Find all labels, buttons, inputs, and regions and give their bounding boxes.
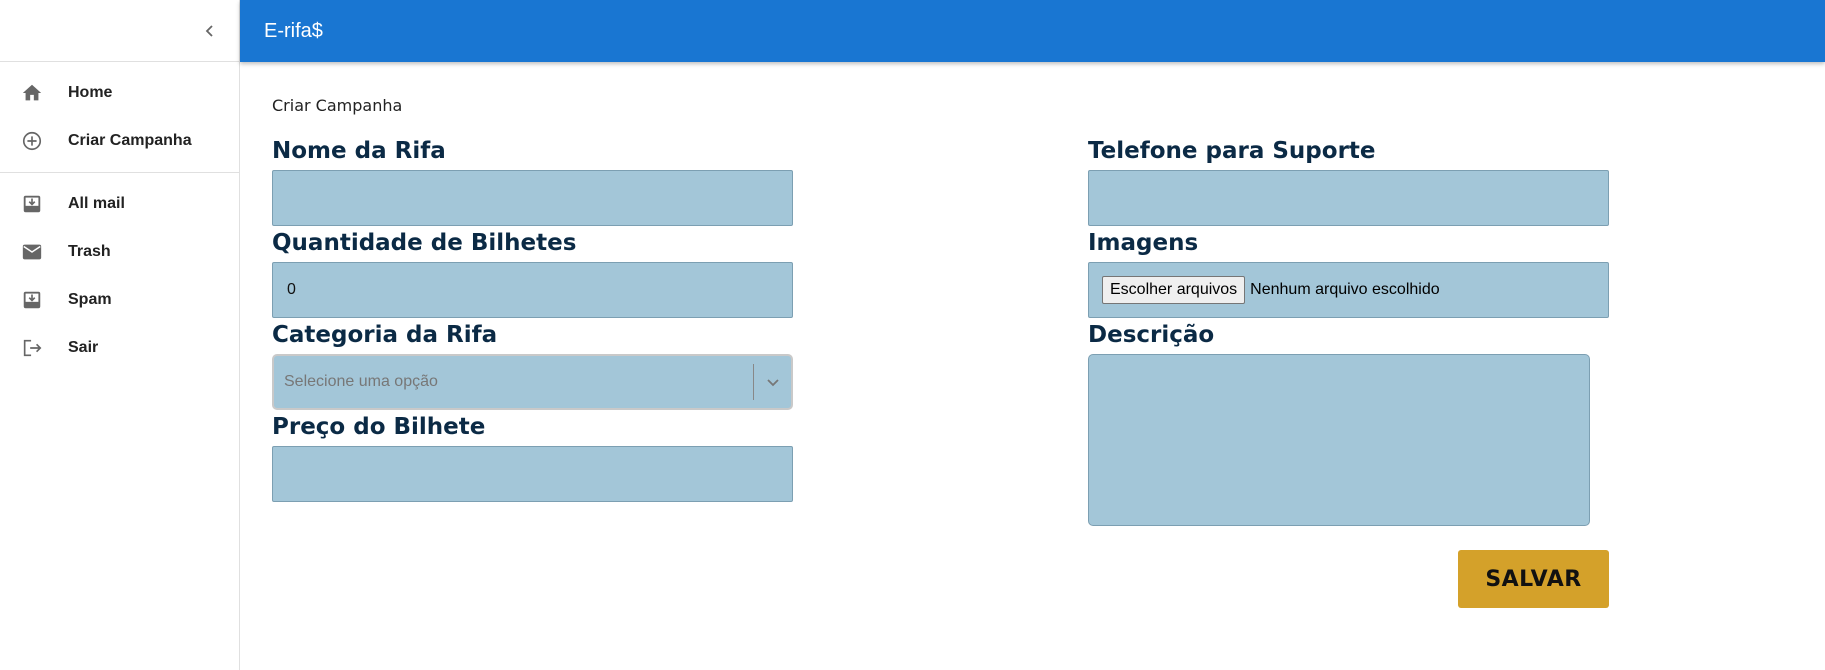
sidebar-item-label: Criar Campanha [68, 132, 192, 149]
home-icon [20, 81, 44, 105]
sidebar-item-label: Home [68, 84, 113, 101]
telefone-label: Telefone para Suporte [1088, 138, 1376, 164]
sidebar-item-spam[interactable]: Spam [0, 276, 239, 324]
sidebar: Home Criar Campanha All mail Trash Spam … [0, 0, 240, 670]
descricao-textarea[interactable] [1088, 354, 1590, 526]
app-title: E-rifa$ [264, 19, 323, 42]
inbox-download-icon [20, 192, 44, 216]
sidebar-item-criar-campanha[interactable]: Criar Campanha [0, 117, 239, 165]
main-content: Criar Campanha Nome da Rifa Quantidade d… [240, 62, 1825, 670]
categoria-select[interactable]: Selecione uma opção [272, 354, 793, 410]
add-circle-outline-icon [20, 129, 44, 153]
sidebar-item-label: Sair [68, 339, 99, 356]
file-status: Nenhum arquivo escolhido [1250, 281, 1440, 298]
sidebar-item-trash[interactable]: Trash [0, 228, 239, 276]
quantidade-input[interactable]: 0 [272, 262, 793, 318]
descricao-label: Descrição [1088, 322, 1215, 348]
page-title: Criar Campanha [272, 96, 403, 115]
choose-files-button[interactable]: Escolher arquivos [1102, 276, 1246, 304]
sidebar-item-label: Trash [68, 243, 111, 260]
imagens-label: Imagens [1088, 230, 1199, 256]
sidebar-header [0, 0, 239, 62]
inbox-download-icon [20, 288, 44, 312]
categoria-placeholder: Selecione uma opção [284, 373, 438, 390]
chevron-left-icon [205, 25, 213, 37]
preco-label: Preço do Bilhete [272, 414, 486, 440]
sidebar-item-all-mail[interactable]: All mail [0, 180, 239, 228]
categoria-label: Categoria da Rifa [272, 322, 498, 348]
collapse-sidebar-button[interactable] [197, 18, 223, 44]
sidebar-nav-primary: Home Criar Campanha [0, 62, 239, 172]
sidebar-item-label: Spam [68, 291, 112, 308]
save-button[interactable]: SALVAR [1458, 550, 1609, 608]
preco-input[interactable] [272, 446, 793, 502]
chevron-down-icon[interactable] [754, 356, 791, 408]
sidebar-item-sair[interactable]: Sair [0, 324, 239, 372]
logout-icon [20, 336, 44, 360]
sidebar-item-home[interactable]: Home [0, 69, 239, 117]
imagens-file-input: Escolher arquivos Nenhum arquivo escolhi… [1088, 262, 1609, 318]
telefone-input[interactable] [1088, 170, 1609, 226]
sidebar-item-label: All mail [68, 195, 125, 212]
sidebar-nav-secondary: All mail Trash Spam Sair [0, 172, 239, 379]
quantidade-label: Quantidade de Bilhetes [272, 230, 577, 256]
mail-icon [20, 240, 44, 264]
app-bar: E-rifa$ [240, 0, 1825, 62]
nome-label: Nome da Rifa [272, 138, 446, 164]
nome-input[interactable] [272, 170, 793, 226]
